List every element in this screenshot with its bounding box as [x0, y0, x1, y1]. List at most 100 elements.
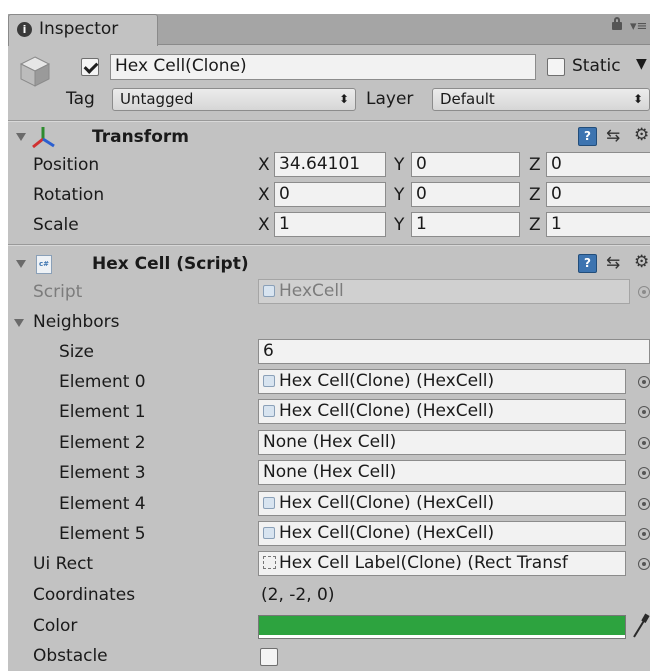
scale-x-axis-label[interactable]: X	[258, 215, 270, 235]
rotation-z-field[interactable]: 0	[546, 182, 650, 207]
element-4-field[interactable]: Hex Cell(Clone) (HexCell)	[258, 491, 626, 516]
rotation-x-axis-label[interactable]: X	[258, 185, 270, 205]
layer-value: Default	[440, 90, 495, 108]
script-ref-icon	[263, 375, 275, 387]
hexcell-foldout-icon[interactable]	[16, 260, 26, 268]
element-5-value: Hex Cell(Clone) (HexCell)	[279, 523, 495, 543]
transform-title[interactable]: Transform	[92, 127, 189, 147]
element-3-value: None (Hex Cell)	[263, 462, 397, 482]
object-picker-icon[interactable]	[638, 406, 650, 418]
element-3-field[interactable]: None (Hex Cell)	[258, 460, 626, 485]
neighbors-label[interactable]: Neighbors	[33, 312, 120, 332]
tab-inspector-label: Inspector	[39, 19, 119, 39]
element-4-label: Element 4	[59, 494, 146, 514]
position-y-axis-label[interactable]: Y	[394, 155, 404, 175]
neighbors-foldout-icon[interactable]	[14, 319, 24, 327]
coordinates-value: (2, -2, 0)	[261, 585, 335, 605]
hexcell-title[interactable]: Hex Cell (Script)	[92, 254, 249, 274]
scale-z-field[interactable]: 1	[546, 212, 650, 237]
script-ref-icon	[263, 527, 275, 539]
tag-label: Tag	[66, 89, 95, 109]
obstacle-label: Obstacle	[33, 646, 108, 666]
color-swatch	[259, 616, 625, 635]
lock-shackle-icon	[614, 17, 620, 24]
element-2-field[interactable]: None (Hex Cell)	[258, 430, 626, 455]
element-0-field[interactable]: Hex Cell(Clone) (HexCell)	[258, 369, 626, 394]
tag-value: Untagged	[120, 90, 194, 108]
position-y-field[interactable]: 0	[411, 152, 520, 177]
chevron-updown-icon: ⬍	[338, 92, 349, 106]
static-label: Static	[572, 56, 621, 76]
tag-dropdown[interactable]: Untagged ⬍	[112, 88, 356, 111]
position-x-field[interactable]: 34.64101	[274, 152, 386, 177]
transform-foldout-icon[interactable]	[16, 133, 26, 141]
help-icon[interactable]: ?	[578, 254, 597, 273]
position-z-field[interactable]: 0	[546, 152, 650, 177]
object-picker-icon[interactable]	[638, 467, 650, 479]
script-ref-icon	[263, 497, 275, 509]
script-asset-icon	[263, 285, 275, 297]
gear-icon[interactable]: ⚙	[634, 252, 649, 272]
obstacle-toggle[interactable]	[260, 648, 278, 666]
rotation-y-field[interactable]: 0	[411, 182, 520, 207]
ui-rect-label: Ui Rect	[33, 554, 94, 574]
transform-axes-icon	[30, 124, 56, 150]
object-picker-icon[interactable]	[638, 498, 650, 510]
chevron-updown-icon: ⬍	[632, 92, 643, 106]
rotation-x-field[interactable]: 0	[274, 182, 386, 207]
script-field: HexCell	[258, 279, 630, 304]
element-3-label: Element 3	[59, 463, 146, 483]
tab-inspector[interactable]: i Inspector	[8, 14, 158, 46]
static-dropdown-arrow-icon[interactable]: ▼	[636, 56, 647, 72]
scale-label: Scale	[33, 215, 79, 235]
element-5-label: Element 5	[59, 524, 146, 544]
element-5-field[interactable]: Hex Cell(Clone) (HexCell)	[258, 521, 626, 546]
object-name-input[interactable]: Hex Cell(Clone)	[110, 54, 536, 80]
scale-z-axis-label[interactable]: Z	[529, 215, 541, 235]
active-toggle[interactable]	[81, 58, 99, 76]
position-x-axis-label[interactable]: X	[258, 155, 270, 175]
size-field[interactable]: 6	[258, 339, 650, 364]
divider	[8, 245, 650, 246]
eyedropper-icon[interactable]	[630, 612, 650, 640]
element-2-label: Element 2	[59, 433, 146, 453]
layer-dropdown[interactable]: Default ⬍	[432, 88, 650, 111]
static-toggle[interactable]	[547, 58, 565, 76]
gear-icon[interactable]: ⚙	[634, 125, 649, 145]
coordinates-label: Coordinates	[33, 585, 136, 605]
object-picker-icon	[638, 286, 650, 298]
inspector-panel: i Inspector ▾≡ Hex Cell(Clone) Static ▼ …	[8, 14, 650, 671]
element-1-field[interactable]: Hex Cell(Clone) (HexCell)	[258, 399, 626, 424]
script-value: HexCell	[279, 281, 344, 301]
color-field[interactable]	[258, 615, 626, 639]
object-picker-icon[interactable]	[638, 376, 650, 388]
position-label: Position	[33, 155, 100, 175]
script-file-icon: c#	[36, 255, 52, 274]
rotation-z-axis-label[interactable]: Z	[529, 185, 541, 205]
element-1-label: Element 1	[59, 402, 146, 422]
preset-sliders-icon[interactable]: ⇆	[606, 253, 620, 273]
layer-label: Layer	[366, 89, 414, 109]
position-z-axis-label[interactable]: Z	[529, 155, 541, 175]
element-0-value: Hex Cell(Clone) (HexCell)	[279, 371, 495, 391]
scale-y-axis-label[interactable]: Y	[394, 215, 404, 235]
object-picker-icon[interactable]	[638, 437, 650, 449]
preset-sliders-icon[interactable]: ⇆	[606, 126, 620, 146]
help-icon[interactable]: ?	[578, 127, 597, 146]
scale-y-field[interactable]: 1	[411, 212, 520, 237]
object-picker-icon[interactable]	[638, 528, 650, 540]
rotation-y-axis-label[interactable]: Y	[394, 185, 404, 205]
divider	[8, 121, 650, 122]
script-ref-icon	[263, 405, 275, 417]
element-1-value: Hex Cell(Clone) (HexCell)	[279, 401, 495, 421]
rect-transform-icon	[263, 556, 276, 569]
color-label: Color	[33, 616, 78, 636]
element-2-value: None (Hex Cell)	[263, 432, 397, 452]
scale-x-field[interactable]: 1	[274, 212, 386, 237]
ui-rect-field[interactable]: Hex Cell Label(Clone) (Rect Transf	[258, 551, 626, 576]
gameobject-cube-icon	[18, 54, 52, 88]
object-picker-icon[interactable]	[638, 558, 650, 570]
script-label: Script	[33, 282, 83, 302]
tab-menu-icon[interactable]: ▾≡	[630, 19, 647, 34]
size-label: Size	[59, 342, 94, 362]
